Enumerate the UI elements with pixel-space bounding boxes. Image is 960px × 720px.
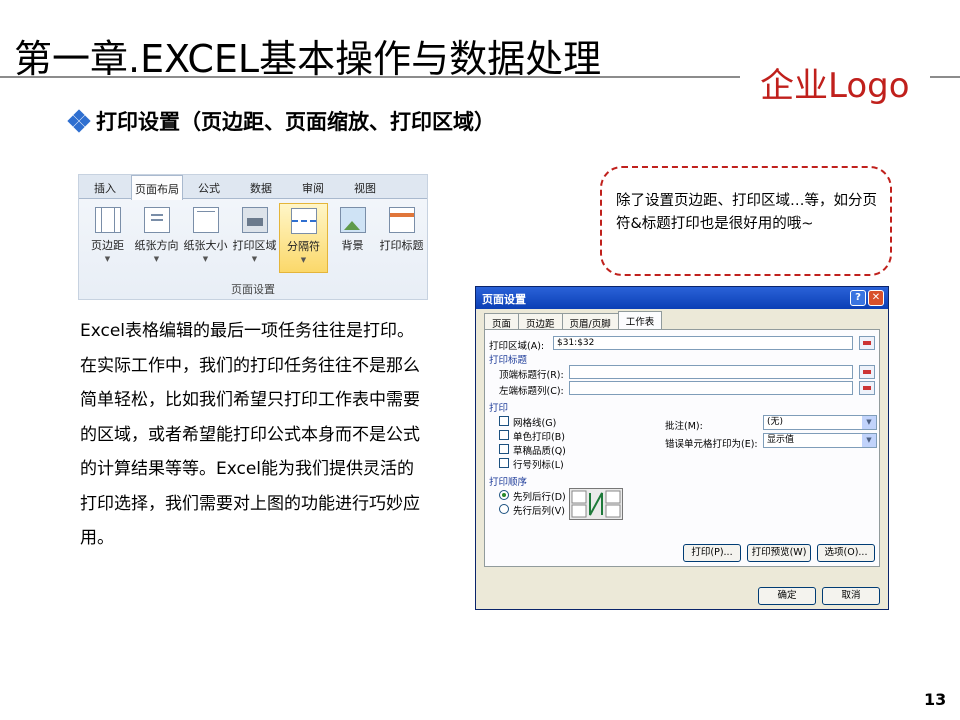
sheet-tab-panel: 打印区域(A): $31:$32 打印标题 顶端标题行(R): 左端标题列(C)… bbox=[484, 329, 880, 567]
section-heading-text: 打印设置（页边距、页面缩放、打印区域） bbox=[96, 110, 495, 134]
page-number: 13 bbox=[924, 690, 947, 709]
chevron-down-icon: ▼ bbox=[153, 255, 160, 263]
print-titles-label: 打印标题 bbox=[379, 239, 424, 252]
range-picker-icon[interactable] bbox=[859, 336, 875, 350]
ribbon-tabs: 插入 页面布局 公式 数据 审阅 视图 bbox=[79, 175, 427, 200]
print-preview-button[interactable]: 打印预览(W) bbox=[747, 544, 811, 562]
black-white-label: 单色打印(B) bbox=[513, 432, 565, 443]
print-area-button[interactable]: 打印区域 ▼ bbox=[230, 203, 279, 273]
print-section: 打印 bbox=[489, 403, 509, 414]
row-col-headings-label: 行号列标(L) bbox=[513, 460, 564, 471]
page-order-arrow-icon bbox=[571, 490, 621, 518]
page-order-preview-icon bbox=[569, 488, 623, 520]
cell-errors-value: 显示值 bbox=[767, 435, 795, 445]
down-then-over-label: 先列后行(D) bbox=[513, 492, 566, 503]
margins-label: 页边距 bbox=[91, 239, 124, 252]
comments-select[interactable]: (无) ▼ bbox=[763, 415, 877, 430]
gridlines-label: 网格线(G) bbox=[513, 418, 557, 429]
print-titles-button[interactable]: 打印标题 bbox=[377, 203, 426, 273]
cols-repeat-input[interactable] bbox=[569, 381, 853, 395]
down-then-over-radio[interactable] bbox=[499, 490, 509, 500]
rows-repeat-input[interactable] bbox=[569, 365, 853, 379]
cancel-button[interactable]: 取消 bbox=[822, 587, 880, 605]
comments-label: 批注(M): bbox=[665, 421, 703, 432]
row-col-headings-checkbox[interactable] bbox=[499, 458, 509, 468]
margins-button[interactable]: 页边距 ▼ bbox=[83, 203, 132, 273]
tab-margins[interactable]: 页边距 bbox=[518, 313, 563, 330]
cols-repeat-label: 左端标题列(C): bbox=[499, 386, 564, 397]
chevron-down-icon: ▼ bbox=[300, 256, 307, 264]
chevron-down-icon: ▼ bbox=[862, 416, 876, 429]
chevron-down-icon: ▼ bbox=[862, 434, 876, 447]
margins-icon bbox=[94, 207, 121, 233]
range-picker-icon[interactable] bbox=[859, 365, 875, 379]
chevron-down-icon: ▼ bbox=[251, 255, 258, 263]
ribbon-group-label: 页面设置 bbox=[231, 283, 275, 296]
chevron-down-icon: ▼ bbox=[104, 255, 111, 263]
orientation-button[interactable]: 纸张方向 ▼ bbox=[132, 203, 181, 273]
dialog-title: 页面设置 bbox=[482, 293, 526, 306]
print-area-label: 打印区域(A): bbox=[489, 341, 545, 352]
print-button[interactable]: 打印(P)... bbox=[683, 544, 741, 562]
size-label: 纸张大小 bbox=[183, 239, 228, 252]
slide-title: 第一章.EXCEL基本操作与数据处理 bbox=[14, 37, 602, 81]
close-icon[interactable]: ✕ bbox=[868, 290, 884, 306]
cell-errors-label: 错误单元格打印为(E): bbox=[665, 439, 758, 450]
print-titles-icon bbox=[388, 207, 415, 233]
draft-checkbox[interactable] bbox=[499, 444, 509, 454]
background-label: 背景 bbox=[341, 239, 364, 252]
cell-errors-select[interactable]: 显示值 ▼ bbox=[763, 433, 877, 448]
ok-button[interactable]: 确定 bbox=[758, 587, 816, 605]
title-divider-right bbox=[930, 76, 960, 78]
size-icon bbox=[192, 207, 219, 233]
gridlines-checkbox[interactable] bbox=[499, 416, 509, 426]
print-area-input[interactable]: $31:$32 bbox=[553, 336, 853, 350]
ribbon-tab-data[interactable]: 数据 bbox=[235, 175, 287, 198]
tab-sheet[interactable]: 工作表 bbox=[617, 311, 663, 329]
excel-ribbon: 插入 页面布局 公式 数据 审阅 视图 页边距 ▼ 纸张方向 ▼ 纸张大小 ▼ … bbox=[78, 174, 428, 300]
background-button[interactable]: 背景 bbox=[328, 203, 377, 273]
section-heading: 打印设置（页边距、页面缩放、打印区域） bbox=[67, 106, 495, 136]
rows-repeat-label: 顶端标题行(R): bbox=[499, 370, 564, 381]
black-white-checkbox[interactable] bbox=[499, 430, 509, 440]
breaks-button[interactable]: 分隔符 ▼ bbox=[279, 203, 328, 273]
breaks-label: 分隔符 bbox=[287, 240, 320, 253]
chevron-down-icon: ▼ bbox=[202, 255, 209, 263]
print-titles-section: 打印标题 bbox=[489, 355, 528, 366]
body-paragraph: Excel表格编辑的最后一项任务往往是打印。在实际工作中，我们的打印任务往往不是… bbox=[80, 321, 420, 548]
dialog-titlebar: 页面设置 ? ✕ bbox=[476, 287, 888, 309]
over-then-down-radio[interactable] bbox=[499, 504, 509, 514]
help-icon[interactable]: ? bbox=[850, 290, 866, 306]
orientation-label: 纸张方向 bbox=[134, 239, 179, 252]
range-picker-icon[interactable] bbox=[859, 381, 875, 395]
ribbon-tab-review[interactable]: 审阅 bbox=[287, 175, 339, 198]
size-button[interactable]: 纸张大小 ▼ bbox=[181, 203, 230, 273]
options-button[interactable]: 选项(O)... bbox=[817, 544, 875, 562]
title-divider bbox=[0, 76, 740, 78]
tab-page[interactable]: 页面 bbox=[484, 313, 520, 330]
over-then-down-label: 先行后列(V) bbox=[513, 506, 565, 517]
picture-icon bbox=[339, 207, 366, 233]
callout-bubble: 除了设置页边距、打印区域…等，如分页符&标题打印也是很好用的哦~ bbox=[600, 166, 892, 276]
company-logo: 企业Logo bbox=[760, 66, 910, 106]
ribbon-tab-page-layout[interactable]: 页面布局 bbox=[131, 175, 183, 200]
ribbon-tab-insert[interactable]: 插入 bbox=[79, 175, 131, 198]
print-area-label: 打印区域 bbox=[232, 239, 277, 252]
page-order-section: 打印顺序 bbox=[489, 477, 528, 488]
callout-text: 除了设置页边距、打印区域…等，如分页符&标题打印也是很好用的哦~ bbox=[616, 193, 877, 232]
page-break-icon bbox=[290, 208, 317, 234]
ribbon-tab-view[interactable]: 视图 bbox=[339, 175, 391, 198]
page-setup-dialog: 页面设置 ? ✕ 页面 页边距 页眉/页脚 工作表 打印区域(A): $31:$… bbox=[475, 286, 889, 610]
ribbon-tab-formulas[interactable]: 公式 bbox=[183, 175, 235, 198]
printer-icon bbox=[241, 207, 268, 233]
orientation-icon bbox=[143, 207, 170, 233]
diamond-bullet-icon bbox=[67, 109, 91, 133]
ribbon-buttons: 页边距 ▼ 纸张方向 ▼ 纸张大小 ▼ 打印区域 ▼ 分隔符 ▼ 背景 打印标题 bbox=[83, 203, 426, 273]
draft-label: 草稿品质(Q) bbox=[513, 446, 566, 457]
tab-header-footer[interactable]: 页眉/页脚 bbox=[561, 313, 619, 330]
comments-value: (无) bbox=[767, 417, 784, 427]
